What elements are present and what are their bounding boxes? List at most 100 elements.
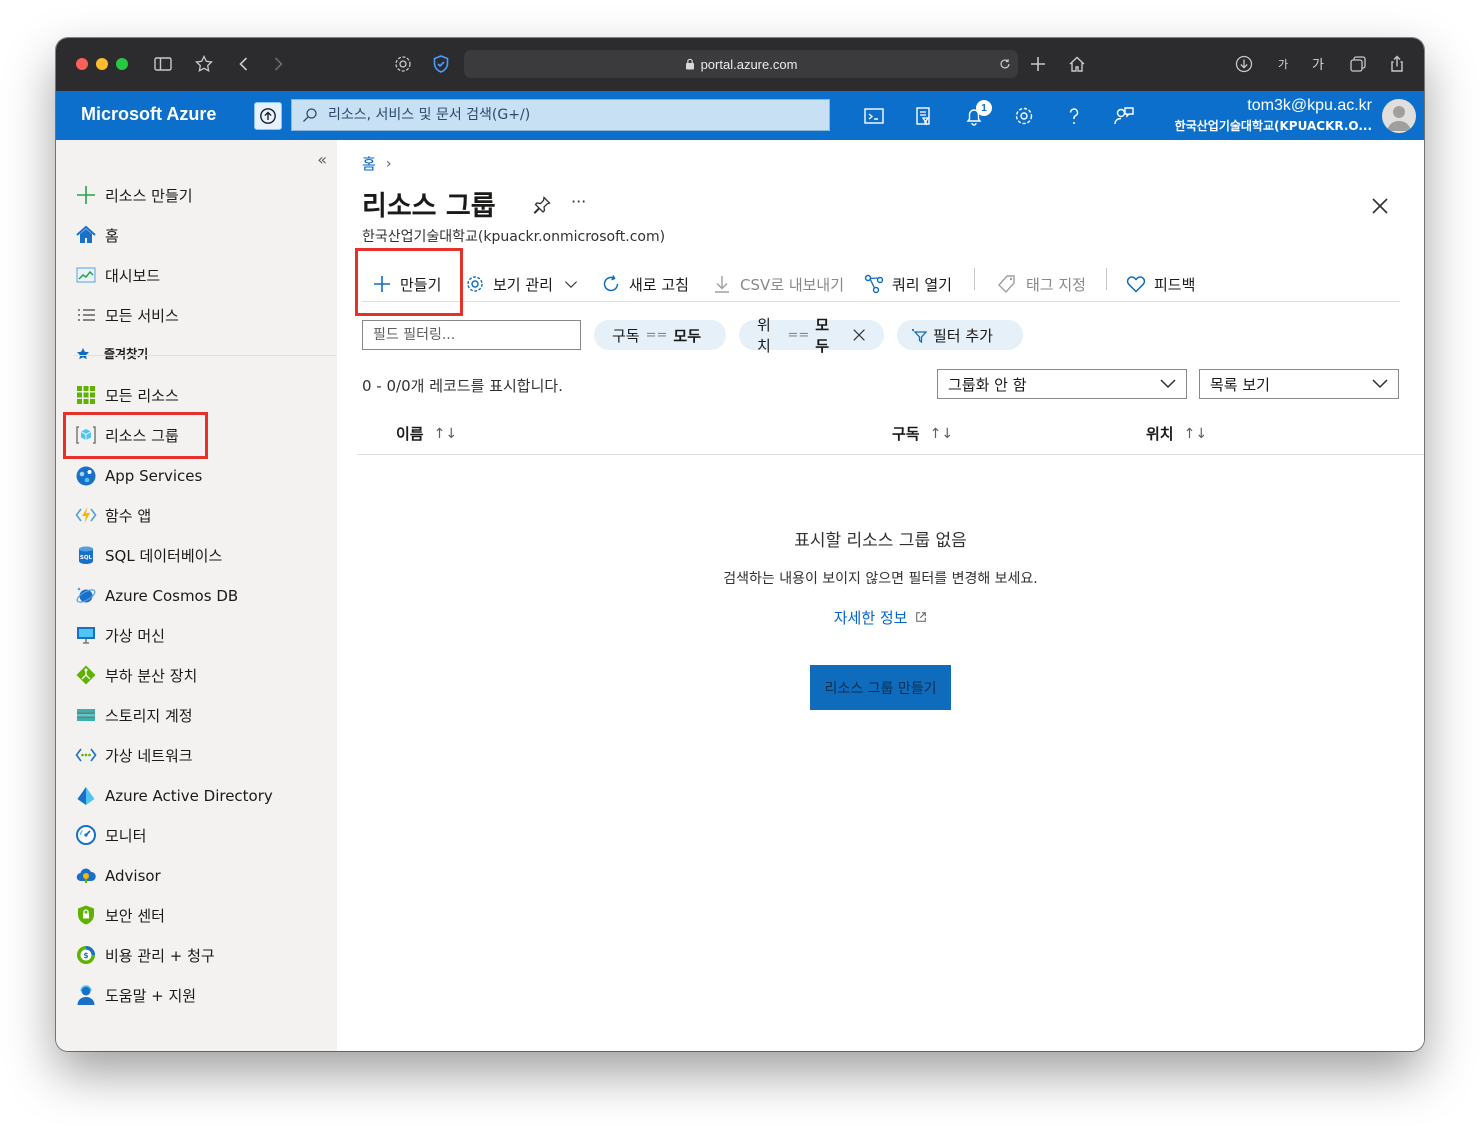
remove-filter-close-icon[interactable] <box>852 327 866 343</box>
sidebar-item-all-resources[interactable]: 모든 리소스 <box>74 380 179 410</box>
column-header-name[interactable]: 이름 ↑↓ <box>396 423 457 444</box>
portal-menu: « 리소스 만들기 홈 대시보드 모든 서비스 즐겨찾기 모든 리소스 리소스 … <box>56 140 337 1051</box>
location-filter-pill[interactable]: 위치 == 모두 <box>739 316 884 355</box>
sidebar-item-security-center[interactable]: 보안 센터 <box>74 900 165 930</box>
maximize-window-button[interactable] <box>116 58 128 70</box>
pill-operator: == <box>787 327 810 343</box>
account-email: tom3k@kpu.ac.kr <box>1247 97 1372 114</box>
sidebar-item-home[interactable]: 홈 <box>74 220 119 250</box>
collapse-menu-button[interactable]: « <box>317 150 327 169</box>
sidebar-item-label: 도움말 + 지원 <box>105 986 197 1005</box>
minimize-window-button[interactable] <box>96 58 108 70</box>
sidebar-item-cost-management[interactable]: $ 비용 관리 + 청구 <box>74 940 215 970</box>
app-services-icon <box>74 464 98 488</box>
settings-gear-icon[interactable] <box>392 53 414 75</box>
sidebar-item-advisor[interactable]: Advisor <box>74 861 161 891</box>
reload-icon[interactable] <box>998 56 1012 75</box>
manage-view-label: 보기 관리 <box>493 275 553 294</box>
sidebar-item-sql-database[interactable]: SQL SQL 데이터베이스 <box>74 540 222 570</box>
empty-state-title: 표시할 리소스 그룹 없음 <box>794 531 967 551</box>
command-separator <box>974 268 975 290</box>
sidebar-item-label: 대시보드 <box>105 266 161 285</box>
address-bar[interactable]: portal.azure.com <box>464 50 1018 78</box>
grid-icon <box>74 383 98 407</box>
new-tab-plus-icon[interactable] <box>1027 53 1049 75</box>
refresh-button[interactable]: 새로 고침 <box>601 269 689 299</box>
column-label: 구독 <box>892 425 920 443</box>
svg-text:SQL: SQL <box>80 555 93 561</box>
sidebar-item-label: 모니터 <box>105 826 147 845</box>
sidebar-item-create-resource[interactable]: 리소스 만들기 <box>74 180 193 210</box>
notifications-bell-icon[interactable]: 1 <box>960 100 992 130</box>
share-icon[interactable] <box>1386 53 1408 75</box>
pin-icon[interactable] <box>532 195 552 215</box>
grouping-dropdown[interactable]: 그룹화 안 함 <box>937 369 1187 399</box>
breadcrumb-home-link[interactable]: 홈 <box>362 153 376 174</box>
cloud-shell-icon[interactable] <box>860 102 888 130</box>
open-query-button[interactable]: 쿼리 열기 <box>864 269 952 299</box>
help-question-icon[interactable] <box>1060 102 1088 130</box>
sidebar-item-label: 보안 센터 <box>105 906 165 925</box>
column-header-location[interactable]: 위치 ↑↓ <box>1146 423 1207 444</box>
manage-view-button[interactable]: 보기 관리 <box>465 269 587 299</box>
view-mode-dropdown[interactable]: 목록 보기 <box>1199 369 1399 399</box>
sidebar-item-load-balancer[interactable]: 부하 분산 장치 <box>74 660 197 690</box>
subscription-filter-pill[interactable]: 구독 == 모두 <box>594 320 726 350</box>
home-icon[interactable] <box>1066 53 1088 75</box>
favorites-label: 즐겨찾기 <box>104 347 149 361</box>
assign-tags-button[interactable]: 태그 지정 <box>998 269 1086 299</box>
sidebar-item-virtual-machines[interactable]: 가상 머신 <box>74 620 165 650</box>
sidebar-toggle-icon[interactable] <box>152 53 174 75</box>
assign-tags-label: 태그 지정 <box>1026 275 1086 294</box>
tag-icon <box>998 275 1015 294</box>
pill-value: 모두 <box>815 316 830 355</box>
cosmos-db-icon <box>74 584 98 608</box>
sidebar-item-app-services[interactable]: App Services <box>74 461 202 491</box>
sidebar-item-all-services[interactable]: 모든 서비스 <box>74 300 179 330</box>
sort-arrows-icon[interactable]: ↑↓ <box>434 426 457 442</box>
divider <box>74 355 336 356</box>
field-filter-input[interactable] <box>362 320 581 350</box>
tabs-overview-icon[interactable] <box>1347 53 1369 75</box>
avatar[interactable] <box>1382 99 1416 133</box>
feedback-button[interactable]: 피드백 <box>1126 269 1195 299</box>
search-input[interactable] <box>328 107 808 123</box>
upgrade-icon[interactable] <box>254 102 282 130</box>
sidebar-item-storage-accounts[interactable]: 스토리지 계정 <box>74 700 193 730</box>
settings-gear-icon[interactable] <box>1010 102 1038 130</box>
column-header-subscription[interactable]: 구독 ↑↓ <box>892 423 953 444</box>
learn-more-link[interactable]: 자세한 정보 <box>337 607 1424 628</box>
sidebar-item-label: SQL 데이터베이스 <box>105 546 223 565</box>
global-search[interactable] <box>291 99 830 131</box>
add-filter-pill[interactable]: 필터 추가 <box>897 320 1023 350</box>
directory-filter-icon[interactable] <box>910 102 938 130</box>
back-arrow-icon[interactable] <box>233 53 255 75</box>
sidebar-item-help-support[interactable]: 도움말 + 지원 <box>74 980 196 1010</box>
account-info[interactable]: tom3k@kpu.ac.kr 한국산업기술대학교(KPUACKR.O... <box>1175 97 1372 134</box>
sort-arrows-icon[interactable]: ↑↓ <box>1184 426 1207 442</box>
sidebar-item-virtual-networks[interactable]: 가상 네트워크 <box>74 740 193 770</box>
sidebar-item-function-app[interactable]: 함수 앱 <box>74 500 151 530</box>
close-window-button[interactable] <box>76 58 88 70</box>
sidebar-item-dashboard[interactable]: 대시보드 <box>74 260 160 290</box>
bookmark-star-icon[interactable] <box>193 53 215 75</box>
create-resource-group-button[interactable]: 리소스 그룹 만들기 <box>810 665 951 710</box>
forward-arrow-icon[interactable] <box>267 53 289 75</box>
sidebar-item-label: 스토리지 계정 <box>105 706 193 725</box>
download-icon[interactable] <box>1233 53 1255 75</box>
load-balancer-icon <box>74 663 98 687</box>
feedback-person-icon[interactable] <box>1110 102 1138 130</box>
sort-arrows-icon[interactable]: ↑↓ <box>930 426 953 442</box>
export-csv-button[interactable]: CSV로 내보내기 <box>712 269 844 299</box>
close-icon[interactable] <box>1370 196 1390 216</box>
home-icon <box>74 223 98 247</box>
text-smaller-button[interactable]: 가 <box>1278 56 1288 72</box>
sidebar-item-monitor[interactable]: 모니터 <box>74 820 146 850</box>
text-larger-button[interactable]: 가 <box>1312 54 1324 73</box>
sidebar-item-cosmos-db[interactable]: Azure Cosmos DB <box>74 581 238 611</box>
sidebar-item-active-directory[interactable]: Azure Active Directory <box>74 781 273 811</box>
shield-extension-icon[interactable] <box>430 53 452 75</box>
feedback-label: 피드백 <box>1154 275 1196 294</box>
azure-brand[interactable]: Microsoft Azure <box>81 104 216 125</box>
more-options-icon[interactable]: ··· <box>571 192 586 211</box>
